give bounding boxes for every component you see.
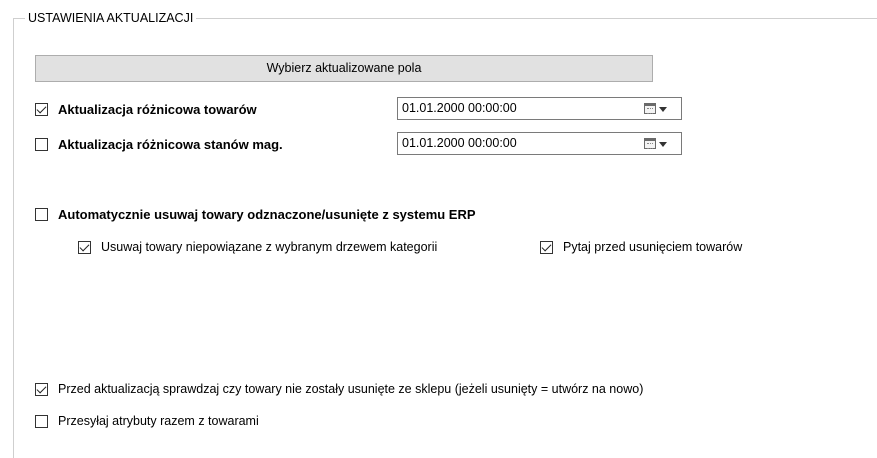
diff-products-row[interactable]: Aktualizacja różnicowa towarów — [35, 102, 257, 117]
diff-stock-row[interactable]: Aktualizacja różnicowa stanów mag. — [35, 137, 283, 152]
diff-stock-label: Aktualizacja różnicowa stanów mag. — [58, 137, 283, 152]
chevron-down-icon[interactable] — [659, 107, 667, 112]
diff-products-date-value: 01.01.2000 00:00:00 — [402, 101, 517, 115]
auto-remove-checkbox[interactable] — [35, 208, 48, 221]
check-deleted-row[interactable]: Przed aktualizacją sprawdzaj czy towary … — [35, 382, 643, 396]
auto-remove-row[interactable]: Automatycznie usuwaj towary odznaczone/u… — [35, 207, 476, 222]
diff-products-date-picker[interactable]: 01.01.2000 00:00:00 — [397, 97, 682, 120]
diff-stock-date-value: 01.01.2000 00:00:00 — [402, 136, 517, 150]
calendar-icon[interactable] — [644, 138, 656, 149]
send-attributes-row[interactable]: Przesyłaj atrybuty razem z towarami — [35, 414, 259, 428]
diff-products-label: Aktualizacja różnicowa towarów — [58, 102, 257, 117]
diff-products-checkbox[interactable] — [35, 103, 48, 116]
remove-unlinked-label: Usuwaj towary niepowiązane z wybranym dr… — [101, 240, 438, 254]
diff-stock-checkbox[interactable] — [35, 138, 48, 151]
check-deleted-label: Przed aktualizacją sprawdzaj czy towary … — [58, 382, 644, 396]
chevron-down-icon[interactable] — [659, 142, 667, 147]
ask-before-remove-row[interactable]: Pytaj przed usunięciem towarów — [540, 240, 742, 254]
send-attributes-label: Przesyłaj atrybuty razem z towarami — [58, 414, 259, 428]
ask-before-remove-label: Pytaj przed usunięciem towarów — [563, 240, 743, 254]
check-deleted-checkbox[interactable] — [35, 382, 48, 396]
select-fields-button[interactable]: Wybierz aktualizowane pola — [35, 55, 653, 82]
send-attributes-checkbox[interactable] — [35, 414, 48, 428]
diff-stock-date-picker[interactable]: 01.01.2000 00:00:00 — [397, 132, 682, 155]
group-title: USTAWIENIA AKTUALIZACJI — [25, 11, 197, 25]
remove-unlinked-row[interactable]: Usuwaj towary niepowiązane z wybranym dr… — [78, 240, 437, 254]
ask-before-remove-checkbox[interactable] — [540, 240, 553, 254]
remove-unlinked-checkbox[interactable] — [78, 240, 91, 254]
calendar-icon[interactable] — [644, 103, 656, 114]
auto-remove-label: Automatycznie usuwaj towary odznaczone/u… — [58, 207, 476, 222]
